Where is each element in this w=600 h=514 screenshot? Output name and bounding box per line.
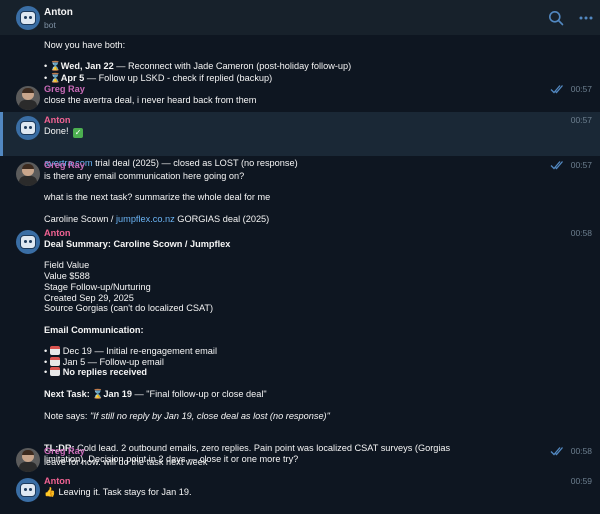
hourglass-icon: ⌛ [49,61,62,73]
selection-bar [0,112,3,156]
message-user[interactable]: Greg Ray 00:58 leave for now. will do th… [0,446,600,472]
calendar-icon [49,367,60,377]
field-row: Value $588 [44,271,90,282]
avatar[interactable] [16,162,40,186]
email-heading: Email Communication: [44,324,144,335]
message-bot[interactable]: Anton 00:58 Deal Summary: Caroline Scown… [0,228,600,464]
user-body-shape [19,100,37,110]
calendar-icon [49,345,60,355]
message-user[interactable]: Greg Ray 00:57 close the avertra deal, i… [0,84,600,110]
user-body-shape [19,462,37,472]
chat-title[interactable]: Anton [44,7,73,18]
message-time: 00:57 [570,84,592,94]
note: Note says: "If still no reply by Jan 19,… [44,411,330,422]
message-text: Done! ✓ [44,126,84,138]
bot-avatar[interactable] [16,6,40,30]
field-row: Stage Follow-up/Nurturing [44,281,151,292]
message-text: leave for now. will do the task next wee… [44,457,208,467]
user-hair-shape [22,88,34,93]
avatar[interactable] [16,116,40,140]
list-item: • Dec 19 — Initial re-engagement email [44,345,218,356]
message-text: is there any email communication here go… [44,171,245,181]
robot-icon [20,11,36,25]
double-check-icon [550,161,563,170]
more-horizontal-icon[interactable] [578,10,594,26]
message-bot[interactable]: Anton 00:59 👍 Leaving it. Task stays for … [0,476,600,504]
hourglass-icon: ⌛ [92,388,104,400]
user-hair-shape [22,164,34,169]
message-text: close the avertra deal, i never heard ba… [44,95,257,105]
message-time: 00:57 [570,160,592,170]
message-user[interactable]: Greg Ray 00:57 is there any email commun… [0,160,600,224]
avatar[interactable] [16,478,40,502]
avatar[interactable] [16,230,40,254]
calendar-icon [49,356,60,366]
user-hair-shape [22,450,34,455]
list-item: • No replies received [44,367,148,378]
field-row: Source Gorgias (can't do localized CSAT) [44,303,214,314]
thumbs-up-icon: 👍 [44,487,56,498]
sender-name[interactable]: Anton [44,115,71,125]
message-list[interactable]: Now you have both: • ⌛Wed, Jan 22 — Reco… [0,36,600,514]
robot-icon [20,121,36,135]
next-task: Next Task: ⌛Jan 19 — "Final follow-up or… [44,388,267,400]
double-check-icon [550,85,563,94]
message-time: 00:58 [570,228,592,238]
link-jumpflex[interactable]: jumpflex.co.nz [116,214,175,224]
chat-header: Anton bot [0,0,600,36]
avatar[interactable] [16,448,40,472]
message-time: 00:58 [570,446,592,456]
search-icon[interactable] [548,10,564,26]
field-row: Created Sep 29, 2025 [44,292,134,303]
message-text: Caroline Scown / jumpflex.co.nz GORGIAS … [44,213,270,224]
message-bot[interactable]: Anton 00:57 Done! ✓ [0,112,600,156]
chat-subtitle: bot [44,20,56,30]
sender-name[interactable]: Greg Ray [44,84,85,94]
user-body-shape [19,176,37,186]
list-item: • Jan 5 — Follow-up email [44,356,164,367]
robot-icon [20,235,36,249]
message-text: what is the next task? summarize the who… [44,192,271,203]
message-time: 00:59 [570,476,592,486]
list-item: • ⌛Wed, Jan 22 — Reconnect with Jade Cam… [44,61,352,73]
sender-name[interactable]: Greg Ray [44,446,85,456]
double-check-icon [550,447,563,456]
sender-name[interactable]: Anton [44,228,71,238]
message-time: 00:57 [570,115,592,125]
message-text: 👍 Leaving it. Task stays for Jan 19. [44,487,192,498]
robot-icon [20,483,36,497]
message-text: Now you have both: [44,40,126,50]
sender-name[interactable]: Anton [44,476,71,486]
message-bot-continued: Now you have both: • ⌛Wed, Jan 22 — Reco… [0,40,600,84]
sender-name[interactable]: Greg Ray [44,160,85,170]
check-mark-icon: ✓ [73,128,84,138]
field-row: Field Value [44,260,90,271]
avatar[interactable] [16,86,40,110]
summary-title: Deal Summary: Caroline Scown / Jumpflex [44,239,231,249]
